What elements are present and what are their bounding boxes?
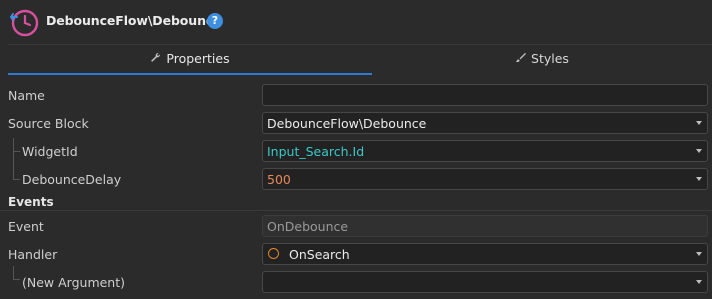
- source-block-select[interactable]: DebounceFlow\Debounce: [262, 112, 708, 134]
- name-field[interactable]: [262, 84, 708, 106]
- debounce-block-icon: [10, 9, 39, 37]
- tab-styles-label: Styles: [531, 51, 569, 66]
- help-icon[interactable]: ?: [207, 13, 223, 29]
- handler-label: Handler: [8, 247, 58, 262]
- handler-value: OnSearch: [289, 247, 350, 262]
- tab-properties-label: Properties: [166, 51, 230, 66]
- event-value: OnDebounce: [267, 219, 349, 234]
- tree-connector: [13, 151, 20, 180]
- tree-connector: [13, 266, 20, 280]
- chevron-down-icon: [696, 121, 702, 125]
- tab-styles[interactable]: Styles: [372, 44, 712, 74]
- chevron-down-icon: [696, 280, 702, 284]
- tab-bar: Properties Styles: [8, 44, 712, 76]
- debounce-delay-value: 500: [267, 172, 291, 187]
- brush-icon: [515, 45, 527, 75]
- handler-select[interactable]: OnSearch: [262, 243, 708, 265]
- header: DebounceFlow\Debounce ?: [0, 0, 712, 44]
- active-tab-indicator: [8, 73, 372, 75]
- new-argument-label: (New Argument): [22, 275, 126, 290]
- widget-id-field[interactable]: Input_Search.Id: [262, 140, 708, 162]
- event-field: OnDebounce: [262, 215, 708, 237]
- new-argument-select[interactable]: [262, 271, 708, 293]
- tab-properties[interactable]: Properties: [8, 44, 372, 74]
- chevron-down-icon: [696, 177, 702, 181]
- name-label: Name: [8, 88, 45, 103]
- page-title: DebounceFlow\Debounce: [46, 13, 222, 28]
- tree-connector: [13, 138, 20, 152]
- events-section-title: Events: [8, 195, 54, 209]
- event-label: Event: [8, 219, 44, 234]
- chevron-down-icon: [696, 149, 702, 153]
- source-block-label: Source Block: [8, 116, 89, 131]
- chevron-down-icon: [696, 252, 702, 256]
- debounce-delay-field[interactable]: 500: [262, 168, 708, 190]
- handler-circle-icon: [268, 248, 279, 259]
- debounce-delay-label: DebounceDelay: [22, 172, 122, 187]
- source-block-value: DebounceFlow\Debounce: [267, 116, 427, 131]
- divider: [0, 210, 712, 211]
- widget-id-label: WidgetId: [22, 144, 78, 159]
- wrench-icon: [150, 45, 161, 75]
- widget-id-value: Input_Search.Id: [267, 144, 365, 159]
